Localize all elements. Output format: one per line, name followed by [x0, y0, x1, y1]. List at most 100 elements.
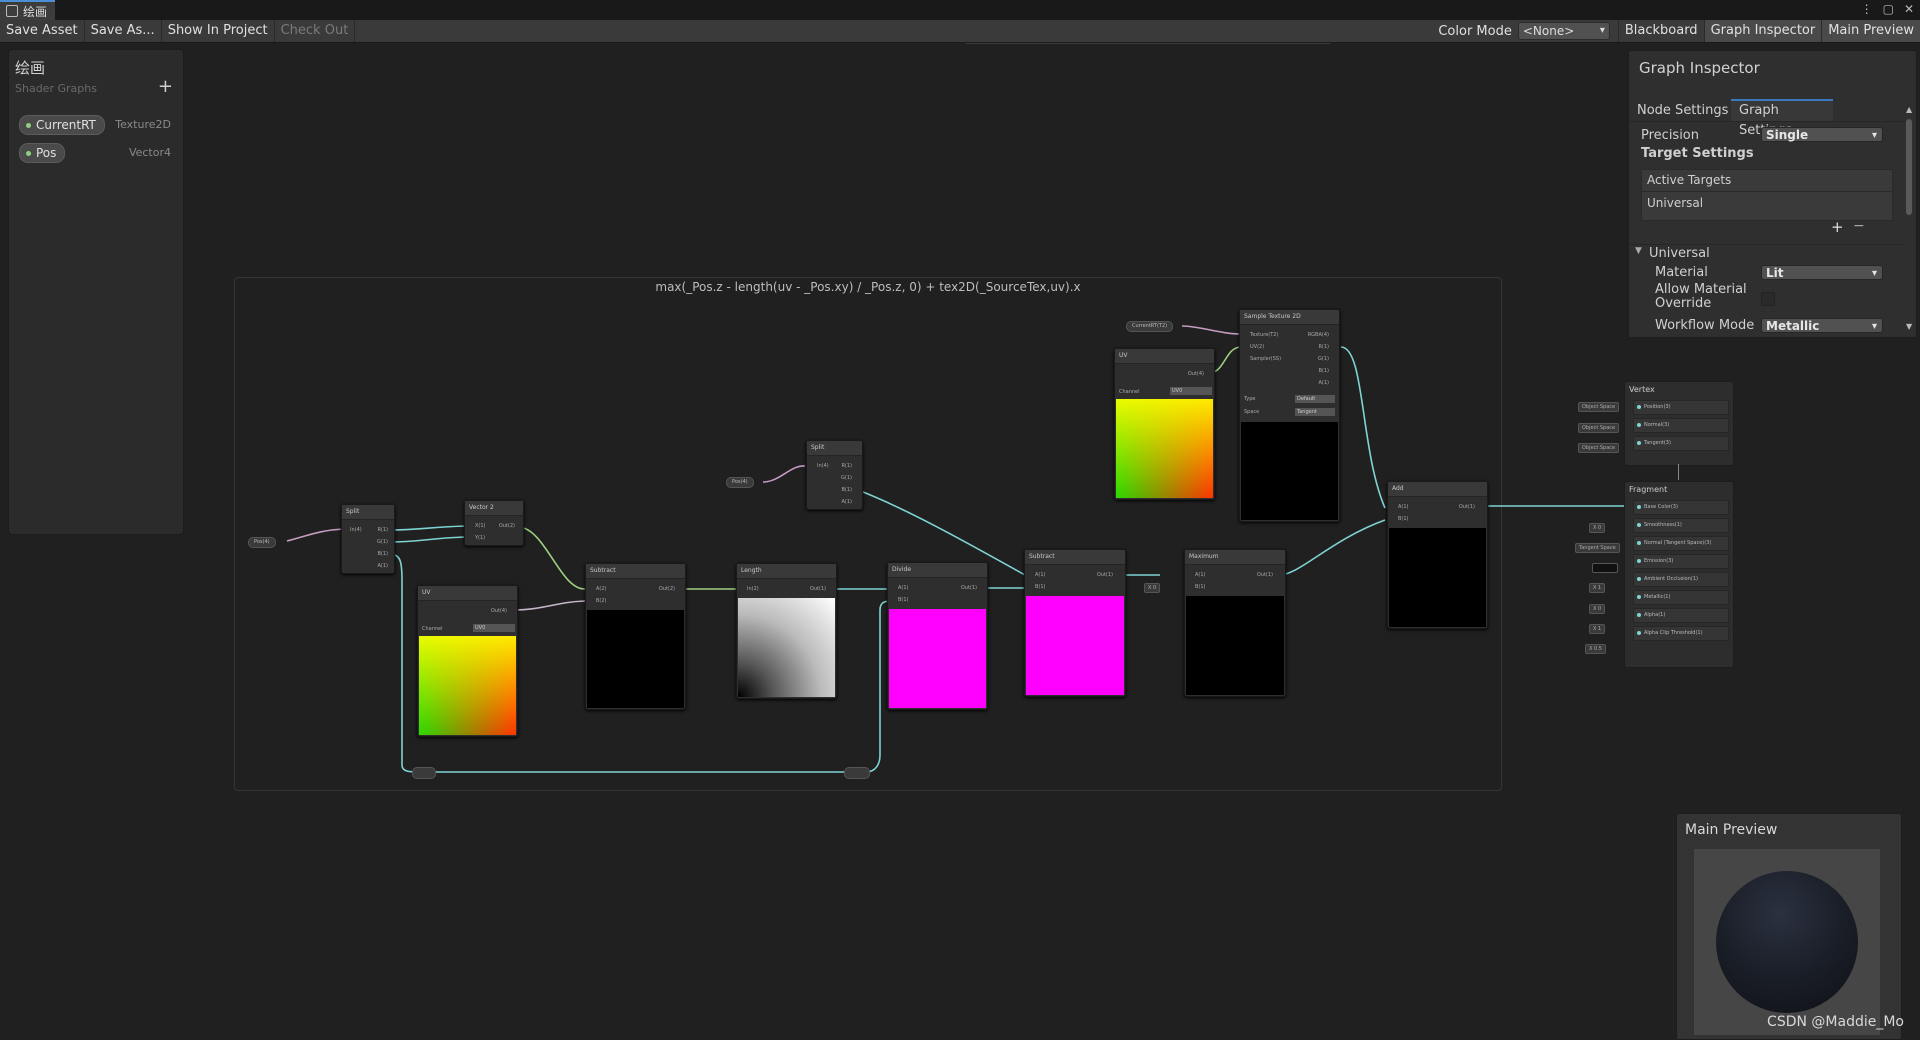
fragment-default[interactable]: X 1	[1589, 624, 1606, 634]
maximum-b-default[interactable]: X 0	[1144, 583, 1161, 593]
fragment-slot[interactable]: Base Color(3)	[1633, 500, 1729, 515]
target-item-universal[interactable]: Universal	[1647, 196, 1703, 210]
output-port[interactable]: A(1)	[377, 563, 388, 569]
fragment-context[interactable]: Fragment Base Color(3) Smoothness(1) Nor…	[1624, 481, 1734, 668]
uv-node[interactable]: UV Out(4) Channel UV0	[1114, 348, 1215, 500]
inspector-scrollbar[interactable]: ▲ ▼	[1904, 105, 1914, 331]
output-port[interactable]: A(1)	[841, 499, 852, 505]
output-port[interactable]: R(1)	[377, 527, 388, 533]
vertex-default[interactable]: Object Space	[1578, 423, 1620, 433]
output-port[interactable]: G(1)	[377, 539, 388, 545]
input-port[interactable]: A(1)	[1398, 504, 1409, 510]
input-port[interactable]: A(1)	[1195, 572, 1206, 578]
reroute-node[interactable]	[412, 767, 436, 779]
input-port[interactable]: A(1)	[898, 585, 909, 591]
output-port[interactable]: R(1)	[841, 463, 852, 469]
tab-graph-settings[interactable]: Graph Settings	[1731, 99, 1833, 138]
output-port[interactable]: Out(1)	[1459, 504, 1475, 510]
add-target-button[interactable]: +	[1831, 218, 1844, 236]
pos-property-node[interactable]: Pos(4)	[726, 477, 754, 488]
output-port[interactable]: B(1)	[1318, 368, 1329, 374]
vertex-slot[interactable]: Normal(3)	[1633, 418, 1729, 433]
input-port[interactable]: B(1)	[1195, 584, 1206, 590]
fragment-slot[interactable]: Smoothness(1)	[1633, 518, 1729, 533]
currentrt-property-node[interactable]: CurrentRT(T2)	[1126, 321, 1174, 332]
vertex-context[interactable]: Vertex Position(3) Normal(3) Tangent(3)	[1624, 381, 1734, 466]
add-node[interactable]: Add A(1) B(1) Out(1)	[1387, 481, 1488, 629]
output-port[interactable]: G(1)	[841, 475, 852, 481]
workflow-dropdown[interactable]: Metallic	[1761, 318, 1883, 334]
remove-target-button[interactable]: −	[1853, 218, 1865, 234]
sample-texture-2d-node[interactable]: Sample Texture 2D Texture(T2) UV(2) Samp…	[1239, 309, 1340, 522]
fragment-default[interactable]: X 0.5	[1585, 644, 1606, 654]
output-port[interactable]: R(1)	[1318, 344, 1329, 350]
material-dropdown[interactable]: Lit	[1761, 265, 1883, 281]
fragment-default[interactable]: X 0	[1589, 523, 1606, 533]
output-port[interactable]: Out(4)	[1188, 371, 1204, 377]
fragment-slot[interactable]: Emission(3)	[1633, 554, 1729, 569]
fragment-slot[interactable]: Alpha Clip Threshold(1)	[1633, 626, 1729, 641]
output-port[interactable]: Out(4)	[491, 608, 507, 614]
subtract-node[interactable]: Subtract A(2) B(2) Out(2)	[585, 563, 686, 710]
output-port[interactable]: A(1)	[1318, 380, 1329, 386]
input-port[interactable]: Y(1)	[475, 535, 485, 541]
input-port[interactable]: Sampler(SS)	[1250, 356, 1281, 362]
vertex-default[interactable]: Object Space	[1578, 443, 1620, 453]
fragment-slot[interactable]: Metallic(1)	[1633, 590, 1729, 605]
emission-color-swatch[interactable]	[1592, 563, 1618, 573]
output-port[interactable]: Out(1)	[1097, 572, 1113, 578]
input-port[interactable]: B(2)	[596, 598, 607, 604]
vector2-node[interactable]: Vector 2 X(1) Y(1) Out(2)	[464, 500, 524, 546]
output-port[interactable]: B(1)	[841, 487, 852, 493]
input-port[interactable]: B(1)	[898, 597, 909, 603]
input-port[interactable]: A(1)	[1035, 572, 1046, 578]
reroute-node[interactable]	[844, 767, 870, 779]
output-port[interactable]: Out(2)	[499, 523, 515, 529]
fragment-default[interactable]: X 1	[1589, 583, 1606, 593]
input-port[interactable]: Texture(T2)	[1250, 332, 1278, 338]
input-port[interactable]: In(2)	[747, 586, 759, 592]
pos-property-node[interactable]: Pos(4)	[248, 537, 276, 548]
output-port[interactable]: Out(1)	[810, 586, 826, 592]
preview-viewport[interactable]	[1694, 849, 1880, 1035]
scroll-up-icon[interactable]: ▲	[1906, 105, 1912, 114]
split-node[interactable]: Split In(4) R(1) G(1) B(1) A(1)	[806, 440, 863, 510]
maximum-node[interactable]: Maximum A(1) B(1) Out(1)	[1184, 549, 1286, 697]
input-port[interactable]: A(2)	[596, 586, 607, 592]
fragment-slot[interactable]: Ambient Occlusion(1)	[1633, 572, 1729, 587]
foldout-arrow-icon[interactable]: ▼	[1635, 246, 1642, 256]
input-port[interactable]: UV(2)	[1250, 344, 1264, 350]
subtract-node[interactable]: Subtract A(1) B(1) Out(1)	[1024, 549, 1126, 697]
output-port[interactable]: Out(2)	[659, 586, 675, 592]
length-node[interactable]: Length In(2) Out(1)	[736, 563, 837, 699]
input-port[interactable]: X(1)	[475, 523, 486, 529]
fragment-slot[interactable]: Normal (Tangent Space)(3)	[1633, 536, 1729, 551]
input-port[interactable]: B(1)	[1398, 516, 1409, 522]
output-port[interactable]: RGBA(4)	[1308, 332, 1329, 338]
fragment-default[interactable]: X 0	[1589, 604, 1606, 614]
output-port[interactable]: Out(1)	[1257, 572, 1273, 578]
allow-override-checkbox[interactable]	[1761, 292, 1775, 306]
divide-node[interactable]: Divide A(1) B(1) Out(1)	[887, 562, 988, 710]
scroll-down-icon[interactable]: ▼	[1906, 322, 1912, 331]
output-port[interactable]: Out(1)	[961, 585, 977, 591]
vertex-slot[interactable]: Position(3)	[1633, 400, 1729, 415]
vertex-default[interactable]: Object Space	[1578, 402, 1620, 412]
channel-dropdown[interactable]: UV0	[473, 624, 515, 632]
output-port[interactable]: B(1)	[377, 551, 388, 557]
vertex-slot[interactable]: Tangent(3)	[1633, 436, 1729, 451]
fragment-slot[interactable]: Alpha(1)	[1633, 608, 1729, 623]
tab-node-settings[interactable]: Node Settings	[1629, 101, 1736, 121]
input-port[interactable]: In(4)	[817, 463, 829, 469]
precision-dropdown[interactable]: Single	[1761, 127, 1883, 143]
split-node[interactable]: Split In(4) R(1) G(1) B(1) A(1)	[341, 504, 395, 574]
output-port[interactable]: G(1)	[1318, 356, 1329, 362]
fragment-default[interactable]: Tangent Space	[1575, 543, 1620, 553]
scroll-thumb[interactable]	[1906, 119, 1912, 215]
uv-node[interactable]: UV Out(4) Channel UV0	[417, 585, 518, 737]
input-port[interactable]: In(4)	[350, 527, 362, 533]
input-port[interactable]: B(1)	[1035, 584, 1046, 590]
type-dropdown[interactable]: Default	[1295, 395, 1335, 403]
channel-dropdown[interactable]: UV0	[1170, 387, 1212, 395]
space-dropdown[interactable]: Tangent	[1295, 408, 1335, 416]
